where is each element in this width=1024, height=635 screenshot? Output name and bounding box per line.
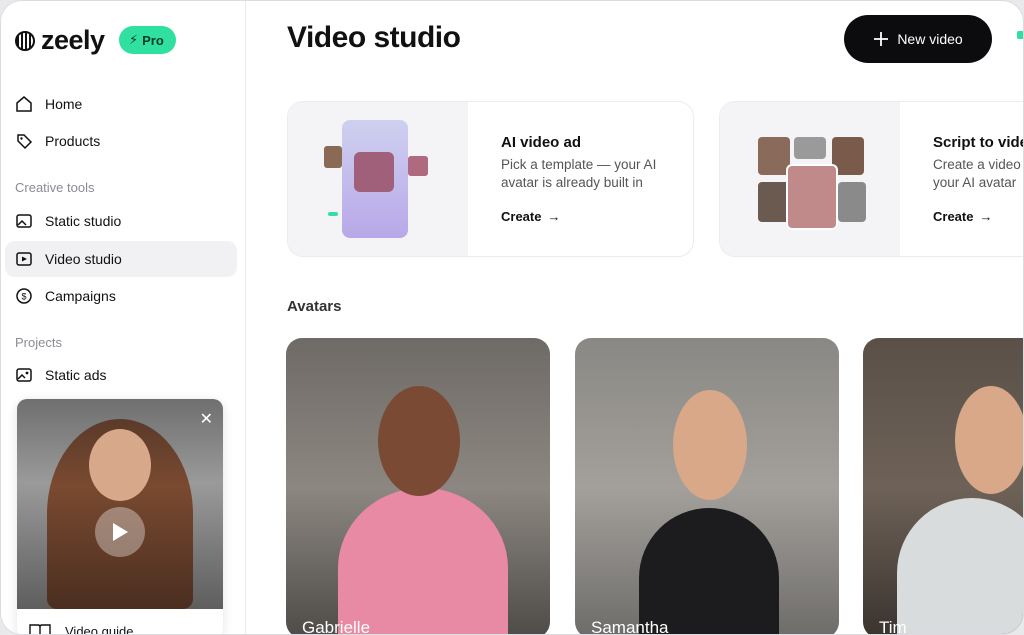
tool-card-description: Pick a template — your AI avatar is alre…	[501, 157, 657, 190]
tool-card-title: AI video ad	[501, 134, 582, 151]
home-icon	[16, 96, 32, 112]
sidebar-item-label: Static ads	[45, 367, 107, 383]
book-icon	[29, 624, 51, 634]
progress-indicator	[328, 212, 338, 216]
tool-card-ai-video-ad[interactable]: AI video ad Pick a template — your AI av…	[287, 101, 694, 257]
sidebar: zeely ⚡ Pro Home Products Creative tools…	[1, 1, 246, 635]
ai-video-ad-thumbnail	[288, 102, 468, 256]
avatar-thumb	[324, 146, 342, 168]
dollar-icon: $	[16, 288, 32, 304]
sidebar-item-products[interactable]: Products	[5, 123, 237, 159]
gallery-icon	[16, 368, 32, 382]
create-label: Create	[933, 209, 974, 224]
video-guide-thumbnail	[17, 399, 223, 609]
new-video-label: New video	[897, 31, 963, 47]
avatar-card-tim[interactable]: Tim	[863, 338, 1023, 635]
avatar-face	[378, 386, 460, 496]
sidebar-item-label: Static studio	[45, 213, 122, 229]
arrow-right-icon: →	[979, 209, 993, 224]
avatar-thumb	[794, 137, 826, 159]
video-guide-footer: Video guide	[29, 623, 134, 635]
avatar-body	[338, 488, 508, 634]
avatar-face	[673, 390, 747, 500]
pro-badge-label: Pro	[142, 32, 164, 48]
play-button[interactable]	[95, 507, 145, 557]
sidebar-item-label: Home	[45, 96, 83, 112]
avatar-selected	[786, 164, 838, 230]
video-icon	[16, 252, 32, 266]
section-label-projects: Projects	[15, 335, 62, 350]
sidebar-item-static-ads[interactable]: Static ads	[5, 357, 237, 393]
sidebar-item-label: Products	[45, 133, 101, 149]
tag-icon	[17, 134, 33, 150]
logo[interactable]: zeely	[15, 25, 105, 56]
logo-icon	[15, 30, 35, 51]
avatar-card-samantha[interactable]: Samantha	[575, 338, 839, 635]
pro-badge[interactable]: ⚡ Pro	[119, 26, 176, 54]
script-to-video-thumbnail	[720, 102, 900, 256]
avatar-face	[955, 386, 1023, 494]
tool-card-script-to-video[interactable]: Script to vide Create a video your AI av…	[719, 101, 1024, 257]
avatar-thumb	[838, 182, 866, 222]
create-link[interactable]: Create →	[501, 209, 560, 224]
video-guide-card[interactable]: ✕ Video guide	[17, 399, 223, 635]
create-label: Create	[501, 209, 542, 224]
app-window: zeely ⚡ Pro Home Products Creative tools…	[0, 0, 1024, 635]
avatar-name: Samantha	[591, 618, 669, 635]
sidebar-item-label: Campaigns	[45, 288, 116, 304]
close-icon[interactable]: ✕	[200, 409, 213, 429]
overflow-indicator	[1017, 31, 1023, 39]
avatar-body	[639, 508, 779, 634]
tool-card-description: Create a video your AI avatar	[933, 157, 1021, 190]
arrow-right-icon: →	[547, 209, 561, 224]
avatar-name: Tim	[879, 618, 907, 635]
sidebar-item-home[interactable]: Home	[5, 86, 237, 122]
video-guide-label: Video guide	[65, 623, 134, 635]
avatars-section-title: Avatars	[287, 298, 342, 315]
new-video-button[interactable]: New video	[844, 15, 992, 63]
avatar-card-gabrielle[interactable]: Gabrielle	[286, 338, 550, 635]
section-label-creative-tools: Creative tools	[15, 180, 95, 195]
avatar-body	[897, 498, 1023, 634]
image-icon	[16, 214, 32, 228]
product-image	[354, 152, 394, 192]
create-link[interactable]: Create →	[933, 209, 992, 224]
sidebar-item-campaigns[interactable]: $ Campaigns	[5, 278, 237, 314]
product-thumb	[408, 156, 428, 176]
sidebar-item-video-studio[interactable]: Video studio	[5, 241, 237, 277]
sidebar-item-label: Video studio	[45, 251, 122, 267]
svg-text:$: $	[21, 292, 26, 302]
lightning-icon: ⚡	[129, 32, 139, 47]
page-title: Video studio	[287, 21, 461, 54]
logo-text: zeely	[41, 25, 105, 55]
avatar-name: Gabrielle	[302, 618, 371, 635]
sidebar-item-static-studio[interactable]: Static studio	[5, 203, 237, 239]
plus-icon	[874, 32, 889, 46]
presenter-face	[89, 429, 151, 501]
tool-card-title: Script to vide	[933, 134, 1024, 151]
play-icon	[113, 523, 128, 541]
